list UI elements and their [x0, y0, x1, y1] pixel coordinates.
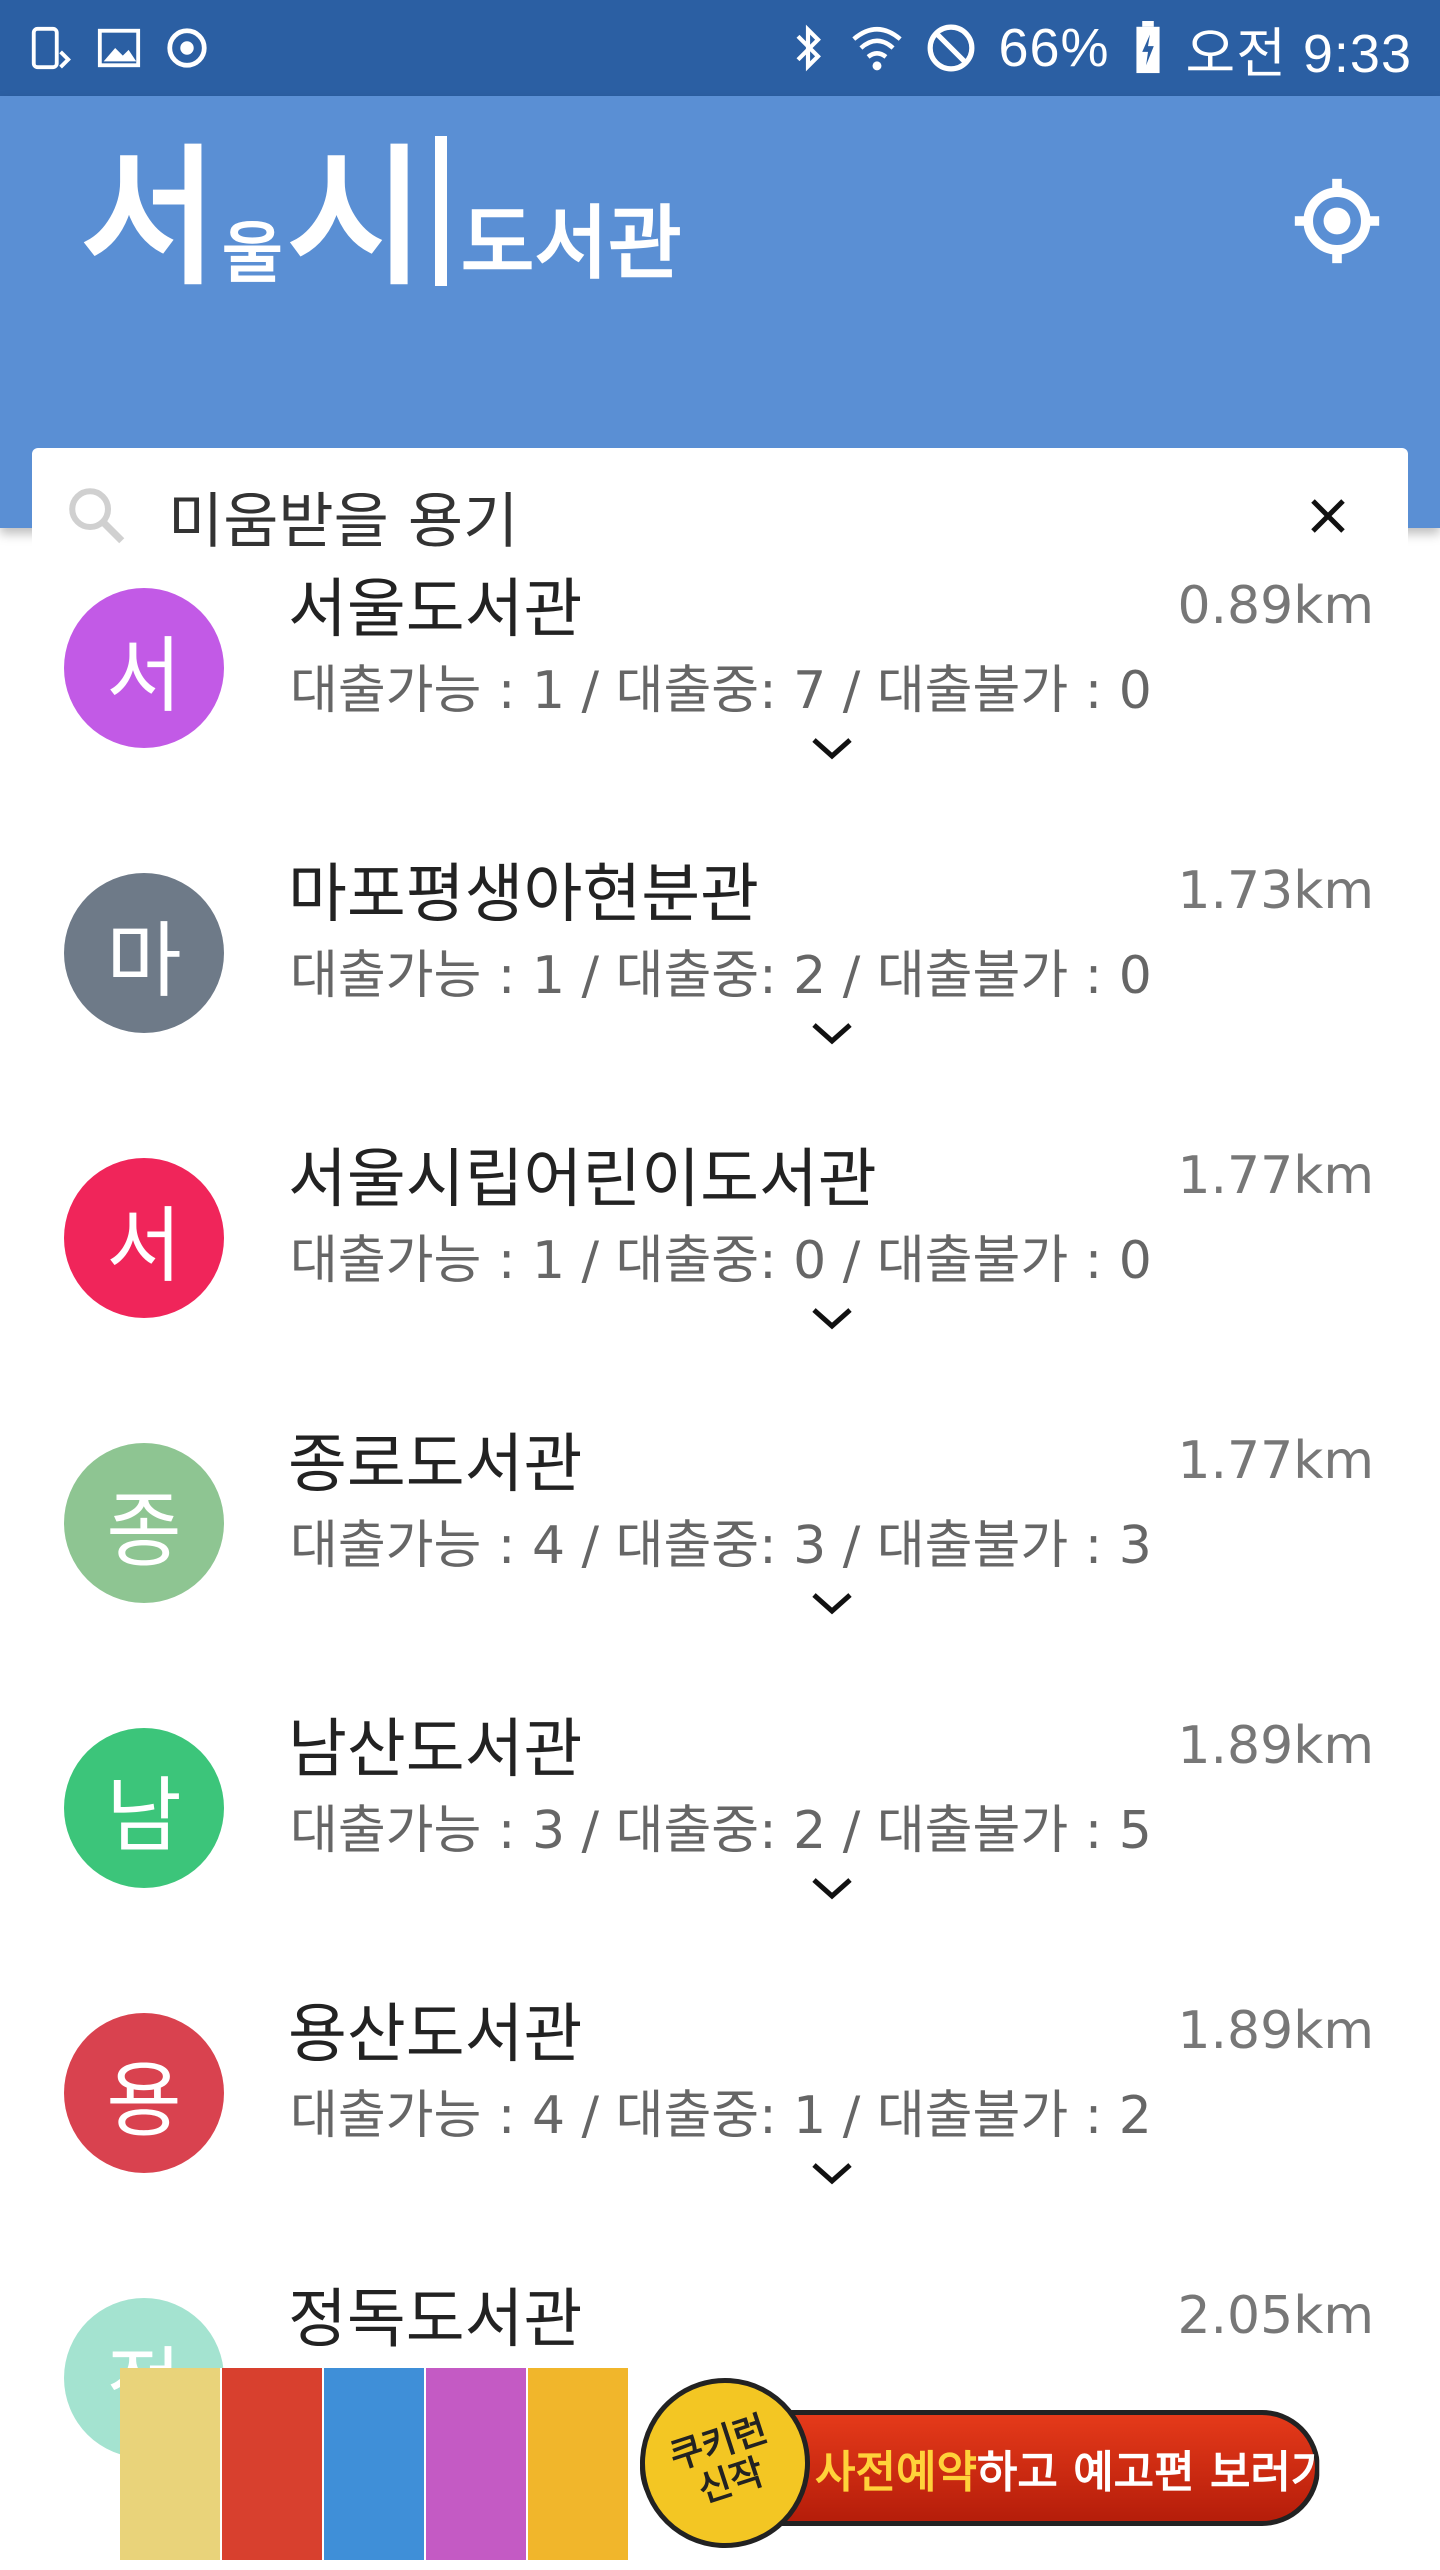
library-distance: 1.89km	[1177, 1716, 1374, 1776]
ad-banner[interactable]: 사전예약 하고 예고편 보러가기 쿠키런 신작	[120, 2355, 1372, 2570]
library-avatar: 종	[64, 1443, 224, 1603]
logo-subtitle: 도서관	[460, 197, 682, 290]
battery-percent: 66%	[998, 18, 1110, 78]
my-location-icon	[1294, 178, 1380, 264]
do-not-disturb-icon	[928, 24, 975, 72]
library-distance: 1.89km	[1177, 2001, 1374, 2061]
library-name: 마포평생아현분관	[288, 858, 760, 932]
chevron-down-icon[interactable]	[810, 1304, 854, 1334]
list-item[interactable]: 용 용산도서관 대출가능 : 4 / 대출중: 1 / 대출불가 : 2 1.8…	[0, 1953, 1440, 2238]
library-distance: 2.05km	[1177, 2286, 1374, 2346]
ad-panel	[324, 2368, 426, 2560]
library-distance: 1.73km	[1177, 861, 1374, 921]
status-left-icons	[28, 25, 210, 71]
library-loan-counts: 대출가능 : 3 / 대출중: 2 / 대출불가 : 5	[290, 1801, 1152, 1861]
library-avatar: 용	[64, 2013, 224, 2173]
list-item[interactable]: 남 남산도서관 대출가능 : 3 / 대출중: 2 / 대출불가 : 5 1.8…	[0, 1668, 1440, 1953]
library-distance: 1.77km	[1177, 1146, 1374, 1206]
sync-icon	[167, 28, 207, 68]
library-distance: 1.77km	[1177, 1431, 1374, 1491]
library-name: 서울도서관	[288, 573, 583, 647]
library-list: 서 서울도서관 대출가능 : 1 / 대출중: 7 / 대출불가 : 0 0.8…	[0, 528, 1440, 2523]
status-right-icons: 66% 오전 9:33	[788, 9, 1412, 88]
list-item[interactable]: 마 마포평생아현분관 대출가능 : 1 / 대출중: 2 / 대출불가 : 0 …	[0, 813, 1440, 1098]
ad-panel	[120, 2368, 222, 2560]
logo-seo: 서	[80, 132, 219, 306]
library-loan-counts: 대출가능 : 1 / 대출중: 7 / 대출불가 : 0	[290, 661, 1152, 721]
library-avatar: 서	[64, 1158, 224, 1318]
status-bar: 66% 오전 9:33	[0, 0, 1440, 96]
library-loan-counts: 대출가능 : 1 / 대출중: 2 / 대출불가 : 0	[290, 946, 1152, 1006]
library-distance: 0.89km	[1177, 576, 1374, 636]
ad-comic-panels	[120, 2368, 630, 2560]
library-name: 남산도서관	[288, 1713, 583, 1787]
chevron-down-icon[interactable]	[810, 1019, 854, 1049]
list-item[interactable]: 종 종로도서관 대출가능 : 4 / 대출중: 3 / 대출불가 : 3 1.7…	[0, 1383, 1440, 1668]
ad-panel	[426, 2368, 528, 2560]
library-name: 용산도서관	[288, 1998, 583, 2072]
library-name: 서울시립어린이도서관	[288, 1143, 877, 1217]
logo-si: 시	[286, 132, 425, 306]
chevron-down-icon[interactable]	[810, 734, 854, 764]
logo-divider	[434, 136, 447, 286]
list-item[interactable]: 서 서울도서관 대출가능 : 1 / 대출중: 7 / 대출불가 : 0 0.8…	[0, 528, 1440, 813]
app-header: 서 울 시 도서관	[0, 96, 1440, 584]
library-avatar: 마	[64, 873, 224, 1033]
ad-panel	[222, 2368, 324, 2560]
library-avatar: 서	[64, 588, 224, 748]
library-loan-counts: 대출가능 : 4 / 대출중: 1 / 대출불가 : 2	[290, 2086, 1152, 2146]
chevron-down-icon[interactable]	[810, 2159, 854, 2189]
library-name: 종로도서관	[288, 1428, 583, 1502]
ad-panel	[528, 2368, 630, 2560]
library-name: 정독도서관	[288, 2283, 583, 2357]
wifi-icon	[852, 27, 903, 71]
library-avatar: 남	[64, 1728, 224, 1888]
screen-rotate-icon	[31, 26, 71, 70]
list-item[interactable]: 서 서울시립어린이도서관 대출가능 : 1 / 대출중: 0 / 대출불가 : …	[0, 1098, 1440, 1383]
bluetooth-icon	[796, 24, 822, 72]
chevron-down-icon[interactable]	[810, 1874, 854, 1904]
ad-seal-badge: 쿠키런 신작	[617, 2355, 833, 2570]
app-logo: 서 울 시 도서관	[80, 136, 682, 294]
chevron-down-icon[interactable]	[810, 1589, 854, 1619]
ad-cta-text: 하고 예고편 보러가기	[976, 2447, 1372, 2498]
image-icon	[97, 28, 141, 68]
clock: 오전 9:33	[1185, 23, 1412, 84]
logo-ul: 울	[222, 215, 283, 292]
ad-cta-highlight: 사전예약	[815, 2447, 977, 2498]
my-location-button[interactable]	[1282, 166, 1392, 276]
library-loan-counts: 대출가능 : 1 / 대출중: 0 / 대출불가 : 0	[290, 1231, 1152, 1291]
library-loan-counts: 대출가능 : 4 / 대출중: 3 / 대출불가 : 3	[290, 1516, 1152, 1576]
battery-charging-icon	[1135, 21, 1160, 74]
